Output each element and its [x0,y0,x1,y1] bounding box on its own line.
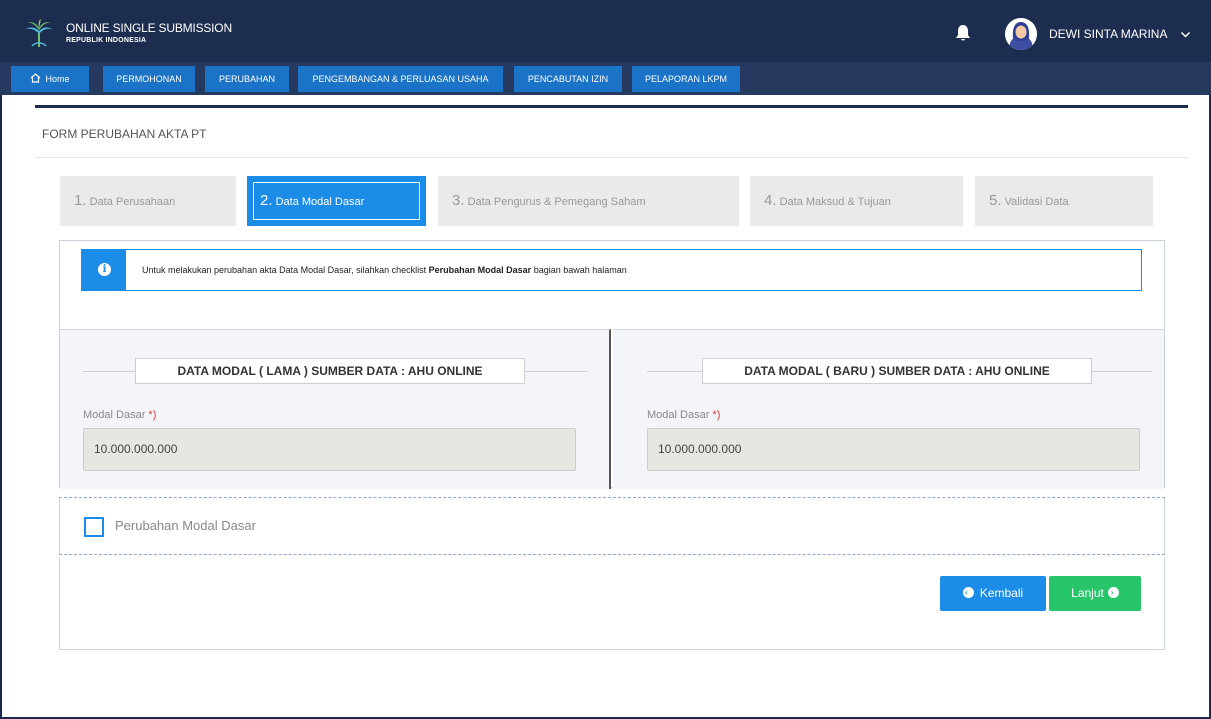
lanjut-label: Lanjut [1071,586,1104,600]
chevron-down-icon[interactable] [1180,29,1191,40]
brand-subtitle: REPUBLIK INDONESIA [66,37,147,44]
info-text: Untuk melakukan perubahan akta Data Moda… [142,265,627,275]
required-mark: *) [712,409,721,421]
perubahan-checkbox-row: Perubahan Modal Dasar [59,497,1165,555]
nav-pelaporan-lkpm[interactable]: PELAPORAN LKPM [632,66,740,92]
nav-home-label: Home [45,74,70,84]
step-validasi-data[interactable]: 5. Validasi Data [975,176,1153,226]
arrow-right-circle-icon: › [1107,587,1119,598]
card-body: 1. Data Perusahaan 2. Data Modal Dasar 3… [35,158,1188,673]
new-modal-dasar-label: Modal Dasar *) [647,409,720,421]
old-modal-dasar-label: Modal Dasar *) [83,409,156,421]
info-badge: i [82,250,126,290]
info-alert: i Untuk melakukan perubahan akta Data Mo… [81,249,1142,291]
info-icon: i [98,263,111,276]
info-text-suffix: bagian bawah halaman [531,265,627,275]
kembali-button[interactable]: ‹ Kembali [940,576,1046,611]
form-footer: ‹ Kembali Lanjut › [59,558,1165,650]
bell-icon[interactable] [955,24,971,42]
nav-home[interactable]: Home [11,66,89,92]
user-name[interactable]: DEWI SINTA MARINA [1049,27,1167,41]
form-card: FORM PERUBAHAN AKTA PT 1. Data Perusahaa… [35,105,1188,673]
step-label: Data Pengurus & Pemegang Saham [467,196,646,208]
step-label: Data Maksud & Tujuan [779,196,891,208]
step-number: 4. [764,192,777,209]
step-label: Data Modal Dasar [275,196,365,208]
nav-pengembangan[interactable]: PENGEMBANGAN & PERLUASAN USAHA [298,66,503,92]
new-panel-legend: DATA MODAL ( BARU ) SUMBER DATA : AHU ON… [702,358,1092,384]
brand-title: ONLINE SINGLE SUBMISSION [66,21,232,35]
step-data-perusahaan[interactable]: 1. Data Perusahaan [60,176,236,226]
oss-tree-logo-icon[interactable] [22,18,56,48]
step-label: Validasi Data [1004,196,1069,208]
step-label: Data Perusahaan [89,196,176,208]
step-number: 2. [260,192,273,209]
step-number: 3. [452,192,465,209]
kembali-label: Kembali [979,586,1024,600]
required-mark: *) [148,409,157,421]
info-text-bold: Perubahan Modal Dasar [428,265,532,275]
home-icon [31,73,41,83]
step-number: 1. [74,192,87,209]
step-data-pengurus[interactable]: 3. Data Pengurus & Pemegang Saham [438,176,739,226]
top-header: ONLINE SINGLE SUBMISSION REPUBLIK INDONE… [0,0,1211,62]
user-avatar-icon [1005,18,1037,50]
old-capital-panel: DATA MODAL ( LAMA ) SUMBER DATA : AHU ON… [60,329,611,489]
step-number: 5. [989,192,1002,209]
nav-permohonan[interactable]: PERMOHONAN [103,66,195,92]
field-label-text: Modal Dasar [647,409,710,421]
page-title: FORM PERUBAHAN AKTA PT [42,127,207,141]
old-modal-dasar-input[interactable]: 10.000.000.000 [83,428,576,471]
old-panel-legend: DATA MODAL ( LAMA ) SUMBER DATA : AHU ON… [135,358,525,384]
step-data-modal-dasar[interactable]: 2. Data Modal Dasar [247,176,426,226]
info-text-prefix: Untuk melakukan perubahan akta Data Moda… [142,265,429,275]
perubahan-modal-dasar-label[interactable]: Perubahan Modal Dasar [115,518,256,533]
new-capital-panel: DATA MODAL ( BARU ) SUMBER DATA : AHU ON… [613,329,1164,489]
field-label-text: Modal Dasar [83,409,146,421]
nav-pencabutan-izin[interactable]: PENCABUTAN IZIN [514,66,622,92]
arrow-left-circle-icon: ‹ [962,587,974,598]
nav-perubahan[interactable]: PERUBAHAN [205,66,289,92]
step-data-maksud-tujuan[interactable]: 4. Data Maksud & Tujuan [750,176,963,226]
lanjut-button[interactable]: Lanjut › [1049,576,1141,611]
perubahan-modal-dasar-checkbox[interactable] [84,517,104,537]
modal-section: i Untuk melakukan perubahan akta Data Mo… [59,240,1165,489]
active-step-frame: 2. Data Modal Dasar [253,182,420,220]
main-nav: Home PERMOHONAN PERUBAHAN PENGEMBANGAN &… [0,62,1211,95]
avatar[interactable] [1005,18,1037,50]
card-header: FORM PERUBAHAN AKTA PT [35,108,1188,158]
new-modal-dasar-input[interactable]: 10.000.000.000 [647,428,1140,471]
